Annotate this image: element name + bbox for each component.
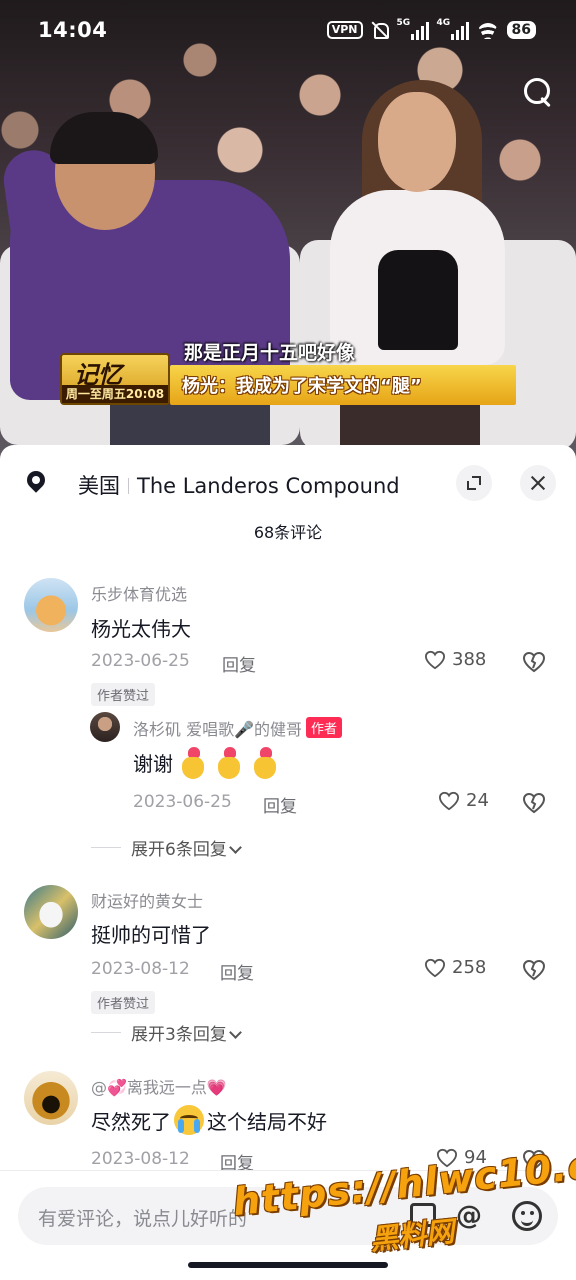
comment-text[interactable]: 挺帅的可惜了 — [91, 919, 211, 948]
like-count: 24 — [466, 790, 489, 811]
expand-icon — [467, 476, 481, 490]
expand-replies[interactable]: 展开6条回复 — [91, 835, 242, 860]
like-count: 258 — [452, 957, 487, 978]
mute-icon — [371, 21, 389, 39]
comment-date: 2023-08-12 — [91, 959, 190, 979]
comment-username[interactable]: 财运好的黄女士 — [91, 888, 203, 912]
emoji-icon[interactable] — [512, 1201, 542, 1231]
reply-button[interactable]: 回复 — [222, 651, 256, 676]
close-icon — [530, 475, 546, 491]
reply-text[interactable]: 谢谢 — [133, 747, 281, 779]
expand-replies-label: 展开3条回复 — [131, 1020, 242, 1045]
close-button[interactable] — [520, 465, 556, 501]
chevron-down-icon — [228, 841, 242, 854]
reply-avatar[interactable] — [90, 712, 120, 742]
signal-4g-icon: 4G — [436, 18, 469, 40]
heart-hands-emoji — [179, 747, 209, 779]
author-badge: 作者 — [306, 717, 343, 738]
status-time: 14:04 — [38, 18, 108, 42]
reply-button[interactable]: 回复 — [263, 792, 297, 817]
location-text[interactable]: 美国 The Landeros Compound — [78, 470, 400, 500]
comment-text[interactable]: 杨光太伟大 — [91, 613, 191, 642]
location-country: 美国 — [78, 474, 120, 498]
divider — [91, 1032, 121, 1033]
comment-input-placeholder: 有爱评论，说点儿好听的 — [38, 1208, 248, 1230]
dislike-icon[interactable] — [522, 959, 546, 981]
status-icons: VPN 5G 4G 86 — [326, 18, 536, 40]
signal-5g-label: 5G — [396, 18, 411, 28]
location-place: The Landeros Compound — [137, 474, 400, 498]
expand-button[interactable] — [456, 465, 492, 501]
avatar[interactable] — [24, 1071, 78, 1125]
expand-replies-label: 展开6条回复 — [131, 835, 242, 860]
avatar[interactable] — [24, 578, 78, 632]
reply-button[interactable]: 回复 — [220, 959, 254, 984]
status-bar: 14:04 VPN 5G 4G 86 — [0, 0, 576, 62]
heart-hands-emoji — [215, 747, 245, 779]
heart-hands-emoji — [251, 747, 281, 779]
vpn-icon: VPN — [326, 21, 363, 39]
location-pin-icon — [26, 471, 46, 495]
mention-icon[interactable]: @ — [456, 1201, 482, 1231]
location-divider — [128, 478, 129, 494]
heart-icon — [438, 791, 460, 811]
divider — [91, 847, 121, 848]
host-top — [378, 250, 458, 350]
like-button[interactable]: 258 — [424, 957, 486, 978]
wifi-icon — [477, 21, 499, 39]
reply-username[interactable]: 洛杉矶 爱唱歌🎤的健哥 作者 — [133, 716, 343, 740]
host-woman-head — [378, 92, 456, 192]
heart-icon — [424, 958, 446, 978]
comment-date: 2023-08-12 — [91, 1149, 190, 1169]
dislike-icon[interactable] — [522, 651, 546, 673]
comment-username[interactable]: @💞离我远一点💗 — [91, 1074, 227, 1098]
battery-icon: 86 — [506, 21, 536, 39]
comment-text[interactable]: 尽然死了 这个结局不好 — [91, 1105, 327, 1135]
signal-5g-icon: 5G — [396, 18, 429, 40]
comment-count-title: 68条评论 — [253, 523, 323, 542]
comment-date: 2023-06-25 — [91, 651, 190, 671]
author-liked-badge: 作者赞过 — [91, 991, 156, 1014]
chevron-down-icon — [228, 1026, 242, 1039]
like-count: 388 — [452, 649, 487, 670]
comment-text-before: 尽然死了 — [91, 1110, 171, 1134]
reply-username-text: 洛杉矶 爱唱歌🎤的健哥 — [133, 720, 303, 739]
home-indicator[interactable] — [188, 1262, 388, 1268]
reply-text-value: 谢谢 — [133, 752, 173, 776]
caption-text: 杨光：我成为了宋学文的“腿” — [182, 376, 422, 397]
comment-username[interactable]: 乐步体育优选 — [91, 581, 187, 605]
search-icon[interactable] — [520, 74, 556, 110]
expand-replies[interactable]: 展开3条回复 — [91, 1020, 242, 1045]
comment-text-after: 这个结局不好 — [207, 1110, 327, 1134]
show-schedule: 周一至周五20:08 — [62, 385, 168, 403]
signal-4g-label: 4G — [436, 18, 451, 28]
like-button[interactable]: 388 — [424, 649, 486, 670]
like-button[interactable]: 24 — [438, 790, 489, 811]
heart-icon — [424, 650, 446, 670]
dislike-icon[interactable] — [522, 792, 546, 814]
video-subtitle: 那是正月十五吧好像 — [184, 342, 356, 364]
show-logo: 记忆 周一至周五20:08 — [60, 353, 170, 405]
author-liked-badge: 作者赞过 — [91, 683, 156, 706]
crying-emoji — [174, 1105, 204, 1135]
avatar[interactable] — [24, 885, 78, 939]
reply-date: 2023-06-25 — [133, 792, 232, 812]
video-player[interactable]: 那是正月十五吧好像 记忆 周一至周五20:08 杨光：我成为了宋学文的“腿” — [0, 0, 576, 460]
location-row[interactable]: 美国 The Landeros Compound — [0, 463, 576, 503]
caption-bar: 杨光：我成为了宋学文的“腿” — [170, 365, 516, 405]
